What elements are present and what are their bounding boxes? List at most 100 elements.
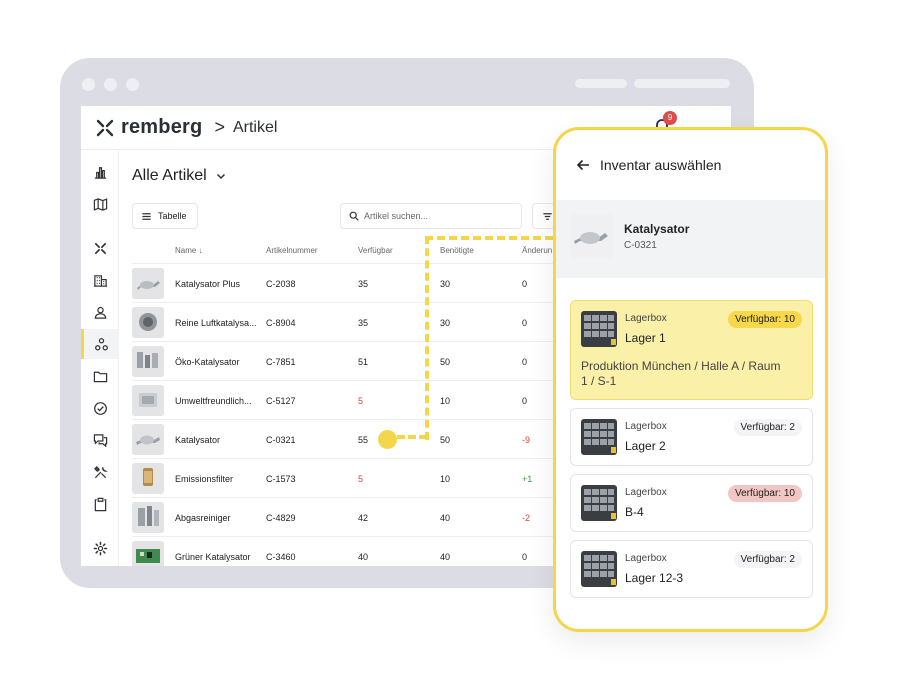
- row-available: 51: [358, 357, 369, 367]
- availability-badge: Verfügbar: 10: [727, 311, 802, 328]
- sidebar: [81, 151, 119, 566]
- search-input[interactable]: Artikel suchen...: [340, 203, 522, 229]
- row-number: C-5127: [266, 396, 296, 406]
- location-card[interactable]: Lagerbox Lager 1 Verfügbar: 10 Produktio…: [570, 300, 813, 400]
- sidebar-item-maintenance[interactable]: [81, 457, 119, 487]
- location-name: Lager 2: [625, 439, 666, 453]
- sidebar-item-forms[interactable]: [81, 489, 119, 519]
- building-icon: [93, 274, 107, 287]
- location-path: Produktion München / Halle A / Raum 1 / …: [581, 359, 781, 388]
- panel-header: Inventar auswählen: [556, 130, 825, 200]
- row-needed: 10: [440, 474, 451, 484]
- storage-box-image: [581, 419, 617, 455]
- inventory-panel: Inventar auswählen Katalysator C-0321 La…: [553, 127, 828, 632]
- window-dot[interactable]: [126, 78, 139, 91]
- row-name: Emissionsfilter: [175, 474, 234, 484]
- emission-filter-icon: [132, 463, 164, 494]
- location-card[interactable]: Lagerbox Lager 2 Verfügbar: 2: [570, 408, 813, 466]
- logo[interactable]: remberg: [95, 116, 202, 139]
- row-available: 35: [358, 318, 369, 328]
- part-thumbnail: [132, 307, 164, 338]
- location-name: B-4: [625, 505, 644, 519]
- window-dot[interactable]: [104, 78, 117, 91]
- location-card[interactable]: Lagerbox B-4 Verfügbar: 10: [570, 474, 813, 532]
- sidebar-item-dashboard[interactable]: [81, 157, 119, 187]
- row-available: 40: [358, 552, 369, 562]
- availability-badge: Verfügbar: 2: [733, 419, 802, 436]
- logo-text: remberg: [121, 116, 203, 138]
- row-name: Umweltfreundlich...: [175, 396, 252, 406]
- table-view-label: Tabelle: [158, 211, 187, 221]
- arrow-left-icon[interactable]: [576, 158, 590, 172]
- sidebar-item-companies[interactable]: [81, 265, 119, 295]
- catalytic-converter-icon: [132, 268, 164, 299]
- search-placeholder: Artikel suchen...: [364, 211, 429, 221]
- storage-box-image: [581, 311, 617, 347]
- user-icon: [94, 306, 106, 319]
- location-type: Lagerbox: [625, 487, 667, 498]
- part-thumbnail: [132, 424, 164, 455]
- chat-icon: [93, 433, 107, 447]
- column-header-name[interactable]: Name ↓: [175, 246, 203, 255]
- row-available: 35: [358, 279, 369, 289]
- column-header-available[interactable]: Verfügbar: [358, 246, 393, 255]
- row-available: 5: [358, 396, 364, 406]
- part-thumbnail: [132, 268, 164, 299]
- sidebar-item-contacts[interactable]: [81, 297, 119, 327]
- location-card[interactable]: Lagerbox Lager 12-3 Verfügbar: 2: [570, 540, 813, 598]
- row-name: Öko-Katalysator: [175, 357, 240, 367]
- row-change: -2: [522, 513, 531, 523]
- circuit-board-icon: [132, 541, 164, 566]
- selection-marker: [378, 430, 397, 449]
- parts-icon: [95, 337, 108, 350]
- selected-part: Katalysator C-0321: [556, 200, 825, 278]
- row-number: C-2038: [266, 279, 296, 289]
- remberg-logo-icon: [94, 242, 106, 254]
- tools-icon: [93, 465, 108, 478]
- page-title[interactable]: Alle Artikel: [132, 167, 227, 185]
- part-thumbnail: [132, 346, 164, 377]
- check-circle-icon: [93, 401, 107, 415]
- row-name: Grüner Katalysator: [175, 552, 251, 562]
- part-number: C-0321: [624, 240, 657, 251]
- availability-badge: Verfügbar: 10: [727, 485, 802, 502]
- remberg-logo-icon: [96, 119, 114, 136]
- row-number: C-7851: [266, 357, 296, 367]
- column-header-number[interactable]: Artikelnummer: [266, 246, 318, 255]
- storage-box-icon: [581, 311, 617, 347]
- row-number: C-1573: [266, 474, 296, 484]
- sidebar-item-tasks[interactable]: [81, 393, 119, 423]
- storage-box-icon: [581, 485, 617, 521]
- placeholder-bar: [575, 79, 627, 88]
- row-available: 42: [358, 513, 369, 523]
- table-view-button[interactable]: Tabelle: [132, 203, 198, 229]
- selection-connector-tail: [397, 435, 427, 439]
- box-part-icon: [132, 385, 164, 416]
- storage-box-image: [581, 551, 617, 587]
- sidebar-item-map[interactable]: [81, 189, 119, 219]
- placeholder-bar: [634, 79, 730, 88]
- notification-badge: 9: [663, 111, 677, 125]
- sidebar-item-parts[interactable]: [81, 329, 119, 359]
- part-thumbnail: [132, 463, 164, 494]
- clipboard-icon: [94, 497, 106, 511]
- row-needed: 40: [440, 513, 451, 523]
- sidebar-item-settings[interactable]: [81, 533, 119, 563]
- sidebar-item-remberg[interactable]: [81, 233, 119, 263]
- part-thumbnail: [132, 541, 164, 566]
- folder-icon: [93, 371, 107, 382]
- list-icon: [142, 212, 151, 220]
- window-dot[interactable]: [82, 78, 95, 91]
- settings-icon: [93, 541, 107, 555]
- row-name: Reine Luftkatalysa...: [175, 318, 257, 328]
- row-change: 0: [522, 552, 528, 562]
- bar-chart-icon: [94, 166, 106, 179]
- part-name: Katalysator: [624, 222, 690, 236]
- row-name: Katalysator Plus: [175, 279, 241, 289]
- selection-connector: [425, 236, 565, 440]
- row-needed: 40: [440, 552, 451, 562]
- sidebar-item-files[interactable]: [81, 361, 119, 391]
- sidebar-item-messages[interactable]: [81, 425, 119, 455]
- breadcrumb[interactable]: Artikel: [233, 119, 277, 137]
- row-number: C-8904: [266, 318, 296, 328]
